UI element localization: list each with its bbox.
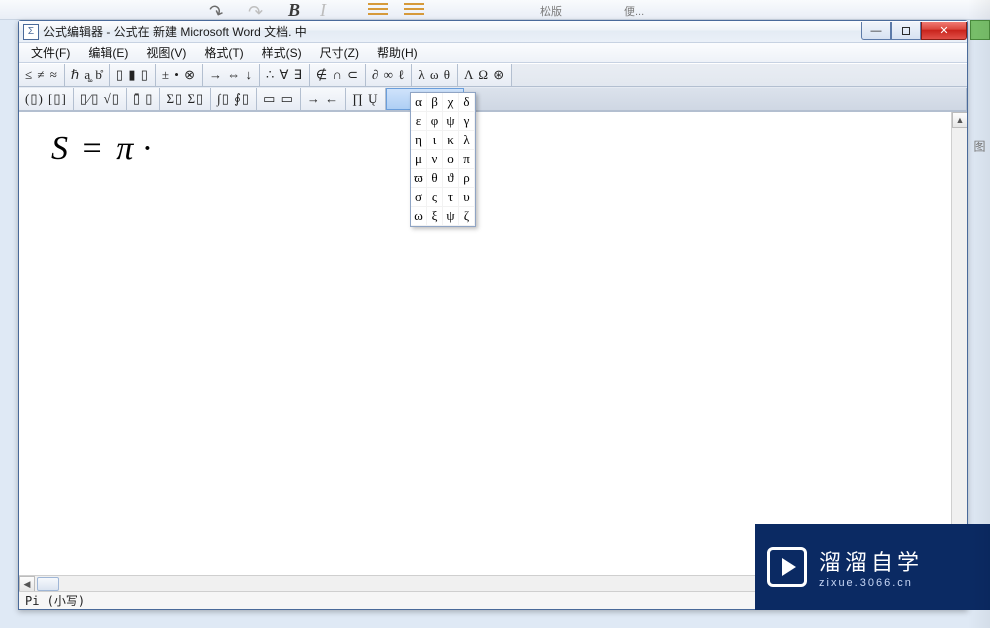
eq-rhs: π (116, 130, 133, 167)
tb-labeled-arrows[interactable]: → ← (301, 88, 346, 110)
tb-products[interactable]: ∏ Ų (346, 88, 385, 110)
tb-integrals[interactable]: ∫▯ ∮▯ (211, 88, 257, 110)
window-title: 公式编辑器 - 公式在 新建 Microsoft Word 文档. 中 (43, 23, 307, 40)
greek-letter-popup[interactable]: αβχδεφψγηικλμνοπϖθϑρσςτυωξψζ (410, 92, 476, 227)
scroll-up-icon[interactable]: ▲ (952, 112, 967, 128)
greek-α[interactable]: α (411, 93, 427, 112)
greek-ο[interactable]: ο (443, 150, 459, 169)
greek-σ[interactable]: σ (411, 188, 427, 207)
tb-relational[interactable]: ≤ ≠ ≈ (19, 64, 65, 86)
greek-ζ[interactable]: ζ (459, 207, 475, 226)
tb-embellish[interactable]: ℏ a͚ b̊ (65, 64, 110, 86)
tb-fractions[interactable]: ▯⁄▯ √▯ (74, 88, 127, 110)
greek-τ[interactable]: τ (443, 188, 459, 207)
menu-format[interactable]: 格式(T) (196, 42, 251, 63)
maximize-button[interactable] (891, 22, 921, 40)
ribbon-label-1: 松版 (540, 3, 562, 19)
greek-ϖ[interactable]: ϖ (411, 169, 427, 188)
bulleted-list-icon[interactable] (362, 0, 388, 18)
greek-ϑ[interactable]: ϑ (443, 169, 459, 188)
menu-edit[interactable]: 编辑(E) (80, 42, 136, 63)
tb-greek-upper[interactable]: Λ Ω ⊛ (458, 64, 512, 86)
greek-δ[interactable]: δ (459, 93, 475, 112)
greek-ε[interactable]: ε (411, 112, 427, 131)
tb-underover[interactable]: ▭ ▭ (257, 88, 301, 110)
greek-β[interactable]: β (427, 93, 443, 112)
watermark-text-en: zixue.3066.cn (819, 577, 923, 589)
workspace: S = π · ▲ ▼ ◀ ▶ (19, 111, 967, 591)
greek-ν[interactable]: ν (427, 150, 443, 169)
greek-χ[interactable]: χ (443, 93, 459, 112)
watermark-text-ch: 溜溜自学 (819, 545, 923, 577)
tb-settheory[interactable]: ∉ ∩ ⊂ (310, 64, 366, 86)
greek-ι[interactable]: ι (427, 131, 443, 150)
menu-style[interactable]: 样式(S) (254, 42, 310, 63)
italic-button[interactable]: I (320, 0, 326, 21)
close-button[interactable]: ✕ (921, 22, 967, 40)
tb-logic[interactable]: ∴ ∀ ∃ (260, 64, 310, 86)
greek-θ[interactable]: θ (427, 169, 443, 188)
play-icon (767, 547, 807, 587)
numbered-list-icon[interactable] (398, 0, 424, 18)
tb-scripts[interactable]: ▯̄ ▯ (127, 88, 161, 110)
tb-misc[interactable]: ∂ ∞ ℓ (366, 64, 412, 86)
greek-π[interactable]: π (459, 150, 475, 169)
greek-ς[interactable]: ς (427, 188, 443, 207)
eq-lhs: S (51, 130, 68, 167)
tb-arrows[interactable]: → ⇔ ↓ (203, 64, 260, 86)
equation-content[interactable]: S = π · (51, 130, 153, 168)
tb-sums[interactable]: Σ▯ Σ▯ (160, 88, 211, 110)
titlebar[interactable]: Σ 公式编辑器 - 公式在 新建 Microsoft Word 文档. 中 — … (19, 21, 967, 43)
side-text-icon: 图 (971, 140, 988, 152)
greek-ω[interactable]: ω (411, 207, 427, 226)
menu-view[interactable]: 视图(V) (138, 42, 194, 63)
watermark: 溜溜自学 zixue.3066.cn (755, 524, 990, 610)
greek-κ[interactable]: κ (443, 131, 459, 150)
tb-greek-lower[interactable]: λ ω θ (412, 64, 458, 86)
greek-ψ[interactable]: ψ (443, 112, 459, 131)
side-green-icon[interactable] (970, 20, 990, 40)
toolbar-filler (464, 88, 968, 110)
scroll-left-icon[interactable]: ◀ (19, 576, 35, 591)
eq-operator: = (83, 130, 102, 167)
greek-η[interactable]: η (411, 131, 427, 150)
app-icon: Σ (23, 24, 39, 40)
equation-editor-window: Σ 公式编辑器 - 公式在 新建 Microsoft Word 文档. 中 — … (18, 20, 968, 610)
greek-φ[interactable]: φ (427, 112, 443, 131)
toolbar-row-1: ≤ ≠ ≈ ℏ a͚ b̊ ▯ ▮ ▯ ± • ⊗ → ⇔ ↓ ∴ ∀ ∃ ∉ … (19, 63, 967, 87)
toolbar-area: ≤ ≠ ≈ ℏ a͚ b̊ ▯ ▮ ▯ ± • ⊗ → ⇔ ↓ ∴ ∀ ∃ ∉ … (19, 63, 967, 111)
greek-γ[interactable]: γ (459, 112, 475, 131)
toolbar-row-2: (▯) [▯] ▯⁄▯ √▯ ▯̄ ▯ Σ▯ Σ▯ ∫▯ ∮▯ ▭ ▭ → ← … (19, 87, 967, 111)
menu-size[interactable]: 尺寸(Z) (312, 42, 367, 63)
menu-file[interactable]: 文件(F) (23, 42, 78, 63)
status-text: Pi (小写) (25, 592, 85, 609)
greek-μ[interactable]: μ (411, 150, 427, 169)
ribbon-label-2: 便... (624, 3, 644, 19)
greek-ψ[interactable]: ψ (443, 207, 459, 226)
eq-trail: · (142, 130, 153, 167)
vertical-scrollbar[interactable]: ▲ ▼ (951, 112, 967, 575)
menu-bar[interactable]: 文件(F) 编辑(E) 视图(V) 格式(T) 样式(S) 尺寸(Z) 帮助(H… (19, 43, 967, 63)
greek-υ[interactable]: υ (459, 188, 475, 207)
menu-help[interactable]: 帮助(H) (369, 42, 426, 63)
greek-λ[interactable]: λ (459, 131, 475, 150)
greek-ρ[interactable]: ρ (459, 169, 475, 188)
tb-spaces[interactable]: ▯ ▮ ▯ (110, 64, 156, 86)
hscroll-thumb[interactable] (37, 577, 59, 591)
tb-fences[interactable]: (▯) [▯] (19, 88, 74, 110)
bold-button[interactable]: B (288, 0, 300, 21)
tb-operators[interactable]: ± • ⊗ (156, 64, 203, 86)
minimize-button[interactable]: — (861, 22, 891, 40)
greek-ξ[interactable]: ξ (427, 207, 443, 226)
equation-canvas[interactable]: S = π · (19, 112, 951, 575)
